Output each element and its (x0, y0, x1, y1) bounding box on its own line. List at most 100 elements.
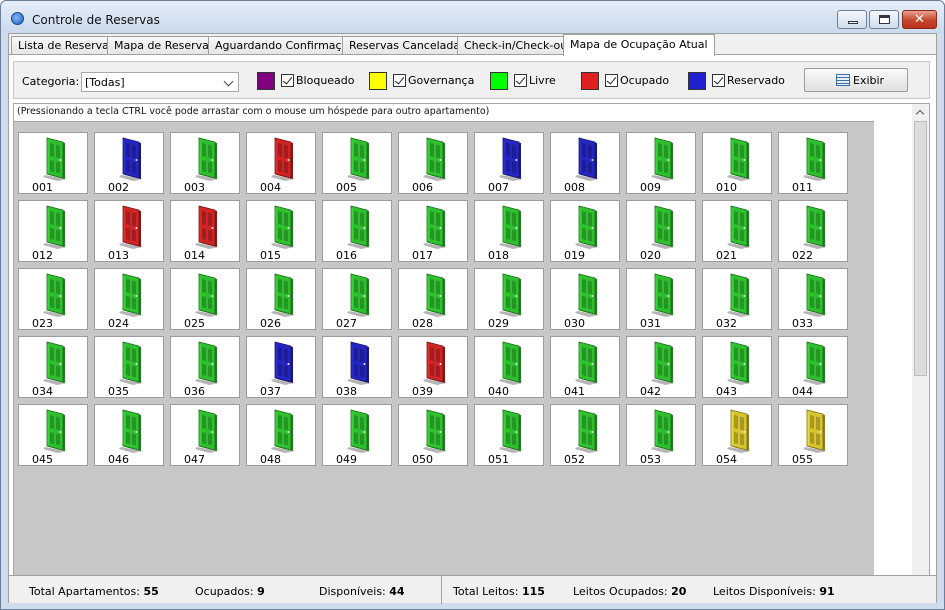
room-015[interactable]: 015 (246, 200, 316, 262)
room-number: 054 (716, 453, 737, 466)
tab-mapa-de-ocupacao-atual[interactable]: Mapa de Ocupação Atual (563, 34, 715, 56)
room-054[interactable]: 054 (702, 404, 772, 466)
room-018[interactable]: 018 (474, 200, 544, 262)
tab-reservas-canceladas[interactable]: Reservas Canceladas (342, 36, 473, 55)
room-041[interactable]: 041 (550, 336, 620, 398)
vertical-scrollbar[interactable] (912, 104, 929, 598)
room-019[interactable]: 019 (550, 200, 620, 262)
tab-aguardando-confirmacao[interactable]: Aguardando Confirmação (208, 36, 363, 55)
maximize-button[interactable] (869, 10, 899, 29)
minimize-button[interactable] (837, 10, 867, 29)
door-icon (347, 341, 371, 385)
tab-lista-de-reservas[interactable]: Lista de Reservas (11, 36, 122, 55)
room-036[interactable]: 036 (170, 336, 240, 398)
door-icon (423, 409, 447, 453)
tab-check-in-check-out[interactable]: Check-in/Check-out (457, 36, 579, 55)
door-icon (119, 273, 143, 317)
room-003[interactable]: 003 (170, 132, 240, 194)
room-011[interactable]: 011 (778, 132, 848, 194)
room-012[interactable]: 012 (18, 200, 88, 262)
door-icon (347, 137, 371, 181)
room-055[interactable]: 055 (778, 404, 848, 466)
room-046[interactable]: 046 (94, 404, 164, 466)
room-007[interactable]: 007 (474, 132, 544, 194)
exibir-button[interactable]: Exibir (804, 68, 908, 92)
room-004[interactable]: 004 (246, 132, 316, 194)
room-number: 031 (640, 317, 661, 330)
room-047[interactable]: 047 (170, 404, 240, 466)
scroll-thumb[interactable] (914, 121, 927, 376)
room-number: 016 (336, 249, 357, 262)
room-050[interactable]: 050 (398, 404, 468, 466)
governanca-label: Governança (408, 74, 475, 87)
room-017[interactable]: 017 (398, 200, 468, 262)
room-005[interactable]: 005 (322, 132, 392, 194)
reservado-checkbox[interactable] (712, 74, 725, 87)
room-045[interactable]: 045 (18, 404, 88, 466)
close-button[interactable]: ✕ (902, 10, 937, 29)
room-013[interactable]: 013 (94, 200, 164, 262)
room-028[interactable]: 028 (398, 268, 468, 330)
ocupado-checkbox[interactable] (605, 74, 618, 87)
room-033[interactable]: 033 (778, 268, 848, 330)
room-029[interactable]: 029 (474, 268, 544, 330)
room-031[interactable]: 031 (626, 268, 696, 330)
room-number: 047 (184, 453, 205, 466)
door-icon (195, 273, 219, 317)
room-039[interactable]: 039 (398, 336, 468, 398)
room-049[interactable]: 049 (322, 404, 392, 466)
room-023[interactable]: 023 (18, 268, 88, 330)
room-009[interactable]: 009 (626, 132, 696, 194)
room-026[interactable]: 026 (246, 268, 316, 330)
room-044[interactable]: 044 (778, 336, 848, 398)
room-021[interactable]: 021 (702, 200, 772, 262)
room-032[interactable]: 032 (702, 268, 772, 330)
room-024[interactable]: 024 (94, 268, 164, 330)
room-010[interactable]: 010 (702, 132, 772, 194)
room-035[interactable]: 035 (94, 336, 164, 398)
room-038[interactable]: 038 (322, 336, 392, 398)
title-bar[interactable]: Controle de Reservas ✕ (1, 1, 944, 33)
door-icon (803, 341, 827, 385)
door-icon (499, 341, 523, 385)
room-037[interactable]: 037 (246, 336, 316, 398)
room-006[interactable]: 006 (398, 132, 468, 194)
chevron-down-icon[interactable] (221, 73, 238, 91)
drag-hint: (Pressionando a tecla CTRL você pode arr… (17, 106, 490, 117)
door-icon (347, 409, 371, 453)
room-014[interactable]: 014 (170, 200, 240, 262)
room-016[interactable]: 016 (322, 200, 392, 262)
leitos-disponiveis: Leitos Disponíveis: 91 (713, 585, 835, 598)
door-icon (575, 137, 599, 181)
room-022[interactable]: 022 (778, 200, 848, 262)
room-number: 039 (412, 385, 433, 398)
disponiveis: Disponíveis: 44 (319, 585, 405, 598)
room-030[interactable]: 030 (550, 268, 620, 330)
room-027[interactable]: 027 (322, 268, 392, 330)
governanca-checkbox[interactable] (393, 74, 406, 87)
room-052[interactable]: 052 (550, 404, 620, 466)
room-053[interactable]: 053 (626, 404, 696, 466)
room-001[interactable]: 001 (18, 132, 88, 194)
room-048[interactable]: 048 (246, 404, 316, 466)
tab-mapa-de-reservas[interactable]: Mapa de Reservas (107, 36, 222, 55)
room-number: 007 (488, 181, 509, 194)
livre-label: Livre (529, 74, 556, 87)
room-042[interactable]: 042 (626, 336, 696, 398)
door-icon (803, 137, 827, 181)
room-043[interactable]: 043 (702, 336, 772, 398)
room-051[interactable]: 051 (474, 404, 544, 466)
room-034[interactable]: 034 (18, 336, 88, 398)
legend-swatch-bloqueado (257, 72, 275, 90)
door-icon (499, 137, 523, 181)
room-020[interactable]: 020 (626, 200, 696, 262)
room-025[interactable]: 025 (170, 268, 240, 330)
room-002[interactable]: 002 (94, 132, 164, 194)
room-040[interactable]: 040 (474, 336, 544, 398)
livre-checkbox[interactable] (514, 74, 527, 87)
category-select[interactable]: [Todas] (81, 72, 239, 92)
scroll-up-icon[interactable] (912, 104, 929, 121)
bloqueado-checkbox[interactable] (281, 74, 294, 87)
room-008[interactable]: 008 (550, 132, 620, 194)
room-number: 003 (184, 181, 205, 194)
